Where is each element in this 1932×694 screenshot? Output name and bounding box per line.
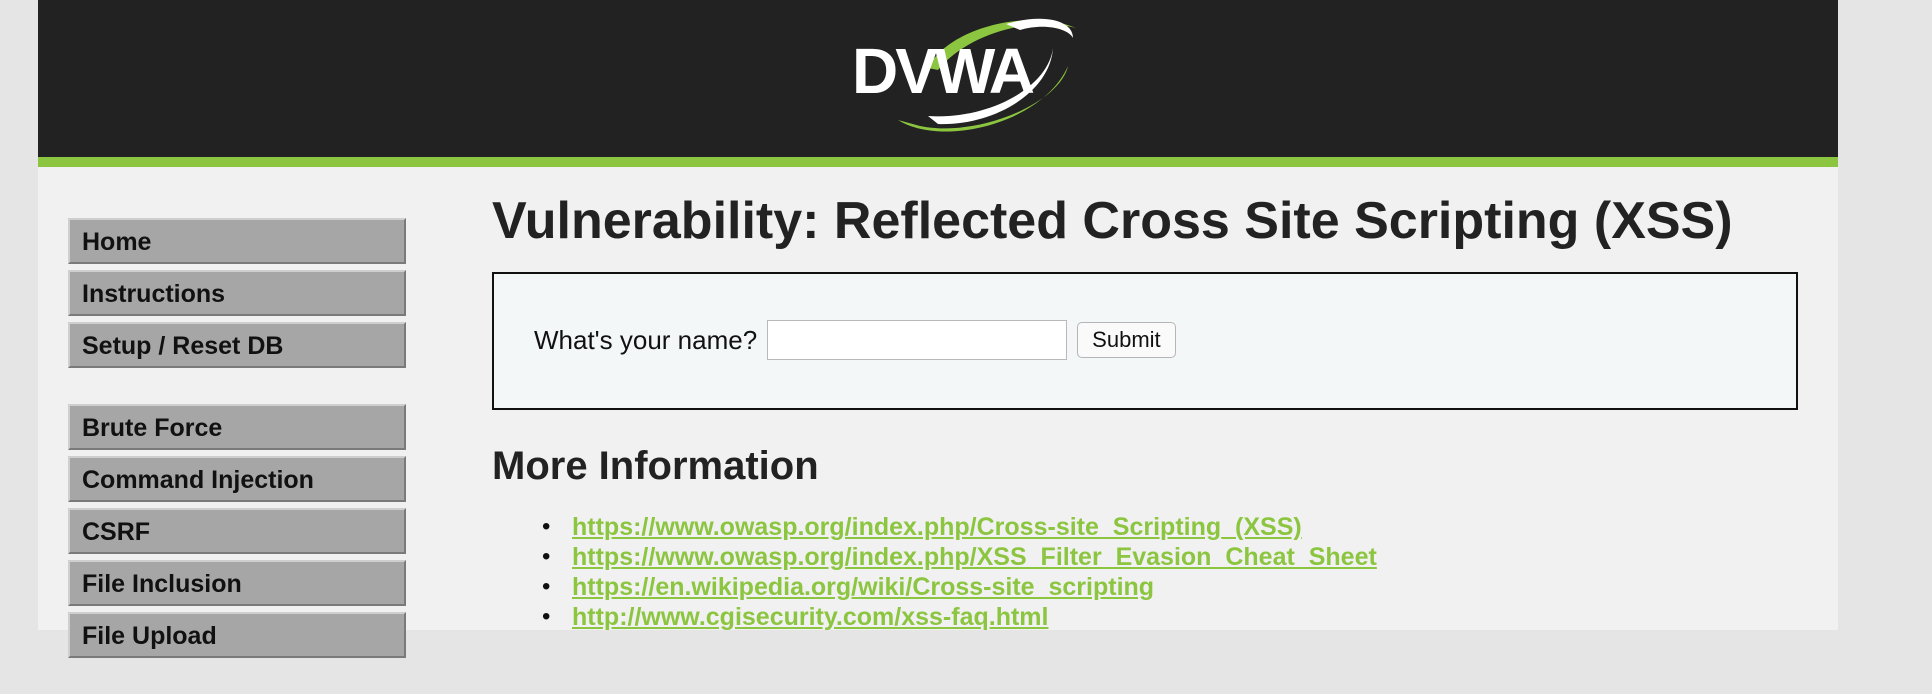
- menu-item-file-inclusion[interactable]: File Inclusion: [68, 560, 406, 606]
- list-item: • https://www.owasp.org/index.php/XSS_Fi…: [542, 542, 1377, 572]
- bullet-icon: •: [542, 543, 551, 570]
- menu-group-general: Home Instructions Setup / Reset DB: [68, 218, 408, 368]
- menu-group-vulnerabilities: Brute Force Command Injection CSRF File …: [68, 404, 408, 658]
- bullet-icon: •: [542, 513, 551, 540]
- link-cgisecurity-xss-faq[interactable]: http://www.cgisecurity.com/xss-faq.html: [572, 603, 1048, 631]
- xss-form-box: What's your name? Submit: [492, 272, 1798, 410]
- menu-item-brute-force[interactable]: Brute Force: [68, 404, 406, 450]
- list-item: • https://en.wikipedia.org/wiki/Cross-si…: [542, 572, 1377, 602]
- page: DVWA Home Instructions Setup / Reset DB …: [38, 0, 1838, 658]
- dvwa-logo[interactable]: DVWA: [828, 8, 1088, 138]
- logo-text: DVWA: [852, 35, 1034, 107]
- sidebar-menu: Home Instructions Setup / Reset DB Brute…: [68, 218, 408, 694]
- link-wikipedia-xss[interactable]: https://en.wikipedia.org/wiki/Cross-site…: [572, 573, 1154, 601]
- menu-item-csrf[interactable]: CSRF: [68, 508, 406, 554]
- name-label: What's your name?: [534, 324, 758, 355]
- menu-item-file-upload[interactable]: File Upload: [68, 612, 406, 658]
- page-title: Vulnerability: Reflected Cross Site Scri…: [492, 192, 1733, 250]
- list-item: • https://www.owasp.org/index.php/Cross-…: [542, 512, 1377, 542]
- name-form: What's your name? Submit: [534, 320, 1176, 360]
- menu-item-home[interactable]: Home: [68, 218, 406, 264]
- menu-item-setup-reset-db[interactable]: Setup / Reset DB: [68, 322, 406, 368]
- main-content: Vulnerability: Reflected Cross Site Scri…: [492, 190, 1832, 631]
- link-owasp-filter-evasion[interactable]: https://www.owasp.org/index.php/XSS_Filt…: [572, 543, 1377, 571]
- menu-item-instructions[interactable]: Instructions: [68, 270, 406, 316]
- menu-item-command-injection[interactable]: Command Injection: [68, 456, 406, 502]
- link-owasp-xss[interactable]: https://www.owasp.org/index.php/Cross-si…: [572, 513, 1302, 541]
- list-item: • http://www.cgisecurity.com/xss-faq.htm…: [542, 602, 1377, 632]
- submit-button[interactable]: Submit: [1077, 322, 1176, 358]
- bullet-icon: •: [542, 603, 551, 630]
- name-input[interactable]: [767, 320, 1068, 360]
- more-information-heading: More Information: [492, 444, 819, 488]
- header: DVWA: [38, 0, 1838, 167]
- bullet-icon: •: [542, 573, 551, 600]
- more-information-links: • https://www.owasp.org/index.php/Cross-…: [492, 512, 1377, 632]
